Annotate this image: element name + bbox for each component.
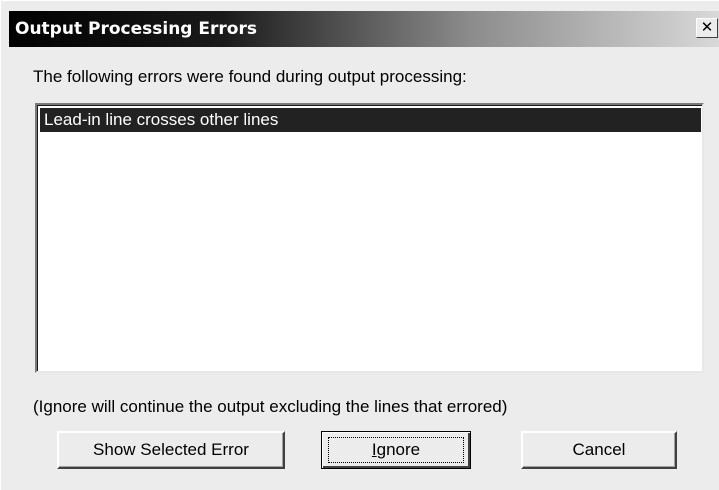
focus-rect: Ignore — [328, 437, 464, 463]
close-button[interactable]: ✕ — [696, 18, 718, 38]
error-list-item-selected[interactable]: Lead-in line crosses other lines — [40, 108, 701, 132]
ignore-note: (Ignore will continue the output excludi… — [33, 397, 508, 416]
ignore-label-rest: gnore — [376, 440, 421, 459]
cancel-button[interactable]: Cancel — [521, 431, 677, 469]
output-processing-errors-dialog: Output Processing Errors ✕ The following… — [0, 0, 719, 490]
description-label: The following errors were found during o… — [33, 67, 467, 86]
title-bar[interactable]: Output Processing Errors ✕ — [9, 11, 719, 47]
error-list[interactable]: Lead-in line crosses other lines — [35, 103, 704, 373]
show-selected-error-button[interactable]: Show Selected Error — [57, 431, 285, 469]
ignore-button[interactable]: Ignore — [321, 431, 471, 469]
dialog-title: Output Processing Errors — [15, 19, 257, 39]
close-icon: ✕ — [700, 18, 714, 36]
